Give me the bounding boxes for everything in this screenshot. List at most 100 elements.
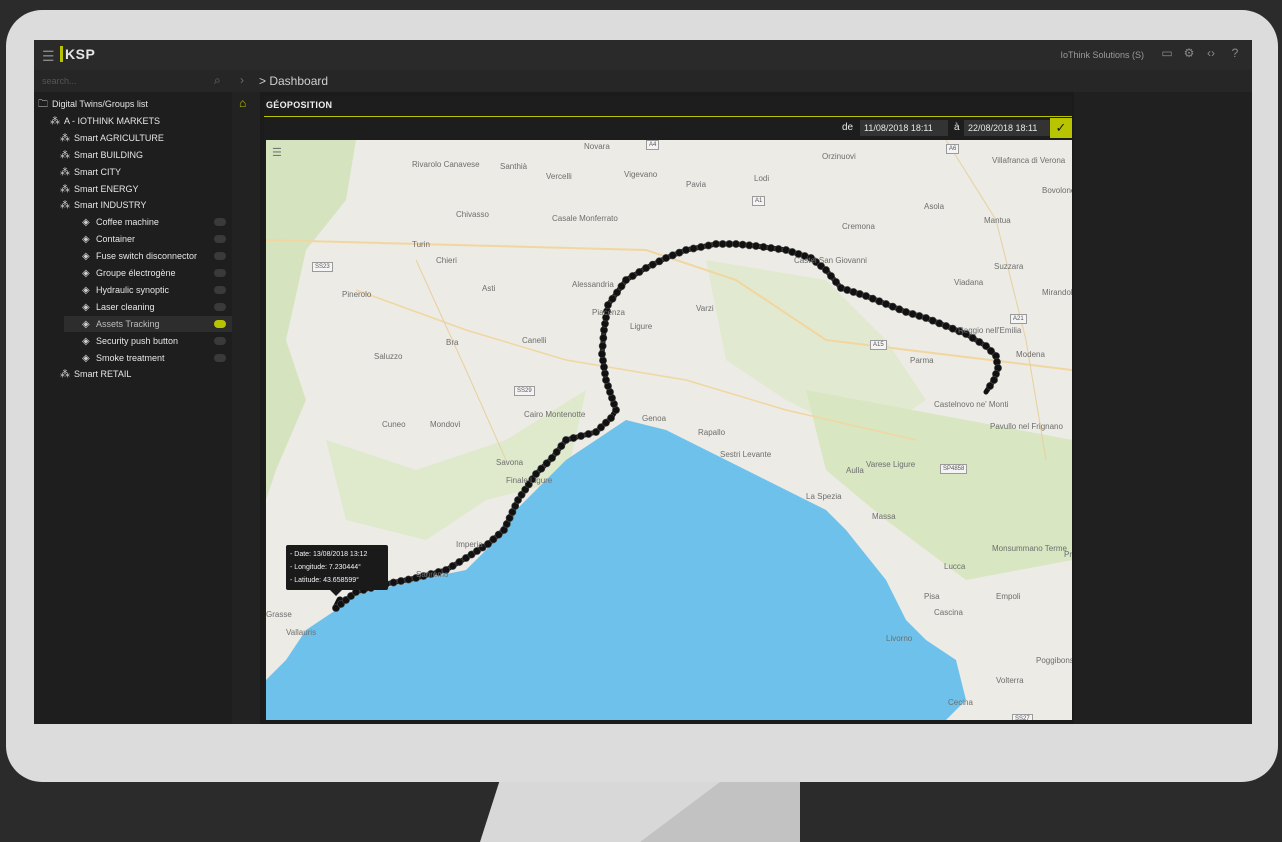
company-name[interactable]: IoThink Solutions (S) bbox=[1060, 50, 1144, 60]
visibility-eye-icon[interactable] bbox=[214, 235, 226, 244]
sidebar-item-a-iothink-markets[interactable]: ⁂ A - IOTHINK MARKETS bbox=[50, 113, 160, 129]
track-point[interactable] bbox=[862, 292, 870, 300]
track-point[interactable] bbox=[948, 324, 957, 333]
track-point[interactable] bbox=[655, 257, 664, 266]
track-point[interactable] bbox=[675, 248, 684, 257]
sidebar-item-coffee-machine[interactable]: ◈ Coffee machine bbox=[82, 214, 159, 230]
track-point[interactable] bbox=[732, 240, 740, 248]
track-point[interactable] bbox=[602, 376, 610, 384]
track-point[interactable] bbox=[888, 302, 897, 311]
track-point[interactable] bbox=[767, 244, 775, 252]
sidebar-item-container[interactable]: ◈ Container bbox=[82, 231, 135, 247]
sidebar-item-laser-cleaning[interactable]: ◈ Laser cleaning bbox=[82, 299, 155, 315]
search-input[interactable] bbox=[34, 70, 230, 92]
track-point[interactable] bbox=[397, 577, 405, 585]
track-point[interactable] bbox=[584, 430, 593, 438]
visibility-eye-icon[interactable] bbox=[214, 252, 226, 261]
track-point[interactable] bbox=[975, 338, 984, 346]
apply-button[interactable]: ✓ bbox=[1050, 118, 1072, 138]
date-from-field[interactable]: 11/08/2018 18:11 bbox=[860, 120, 948, 136]
sidebar-item-smart-agriculture[interactable]: ⁂ Smart AGRICULTURE bbox=[60, 130, 164, 146]
track-point[interactable] bbox=[389, 578, 398, 587]
code-icon[interactable]: ‹› bbox=[1204, 46, 1218, 60]
visibility-eye-icon[interactable] bbox=[214, 269, 226, 277]
help-icon[interactable]: ? bbox=[1228, 46, 1242, 60]
track-point[interactable] bbox=[622, 276, 630, 284]
track-point[interactable] bbox=[599, 334, 608, 342]
track-point[interactable] bbox=[601, 369, 609, 378]
track-point[interactable] bbox=[569, 434, 578, 442]
track-point[interactable] bbox=[827, 272, 835, 280]
track-point[interactable] bbox=[455, 558, 464, 566]
sidebar-item-smart-energy[interactable]: ⁂ Smart ENERGY bbox=[60, 181, 139, 197]
track-point[interactable] bbox=[712, 240, 720, 248]
track-point[interactable] bbox=[928, 316, 937, 325]
track-point[interactable] bbox=[895, 305, 904, 314]
visibility-eye-icon[interactable] bbox=[214, 336, 226, 345]
track-point[interactable] bbox=[648, 260, 657, 269]
chevron-right-icon[interactable]: › bbox=[240, 73, 244, 87]
track-point[interactable] bbox=[613, 288, 621, 297]
track-point[interactable] bbox=[557, 442, 566, 450]
track-point[interactable] bbox=[542, 459, 551, 468]
visibility-eye-icon[interactable] bbox=[214, 302, 226, 311]
track-point[interactable] bbox=[922, 314, 930, 322]
track-point[interactable] bbox=[822, 266, 830, 274]
track-point[interactable] bbox=[738, 240, 747, 249]
track-point[interactable] bbox=[600, 363, 608, 371]
track-point[interactable] bbox=[759, 243, 768, 251]
track-point[interactable] bbox=[598, 342, 607, 350]
track-point[interactable] bbox=[599, 356, 607, 365]
track-point[interactable] bbox=[718, 240, 727, 248]
monitor-icon[interactable]: ▭ bbox=[1160, 46, 1174, 60]
track-point[interactable] bbox=[942, 322, 950, 330]
map-layers-icon[interactable]: ☰ bbox=[272, 146, 282, 159]
track-point[interactable] bbox=[552, 448, 561, 456]
track-point[interactable] bbox=[598, 350, 606, 358]
track-point[interactable] bbox=[915, 312, 924, 320]
track-point[interactable] bbox=[448, 562, 457, 570]
visibility-eye-icon[interactable] bbox=[214, 285, 226, 294]
sidebar-item-digital-twins-groups-list[interactable]: 🗀 Digital Twins/Groups list bbox=[38, 96, 148, 112]
track-point[interactable] bbox=[902, 308, 910, 316]
track-point[interactable] bbox=[968, 334, 977, 342]
track-point[interactable] bbox=[832, 278, 840, 286]
track-point[interactable] bbox=[562, 436, 570, 444]
track-point[interactable] bbox=[697, 243, 705, 251]
track-point[interactable] bbox=[725, 240, 734, 248]
menu-icon[interactable]: ☰ bbox=[42, 48, 55, 65]
track-point[interactable] bbox=[752, 242, 760, 250]
track-point[interactable] bbox=[404, 575, 413, 584]
sidebar-item-smart-retail[interactable]: ⁂ Smart RETAIL bbox=[60, 366, 131, 382]
visibility-eye-icon[interactable] bbox=[214, 319, 226, 328]
track-point[interactable] bbox=[608, 294, 617, 303]
track-point[interactable] bbox=[704, 241, 713, 250]
track-point[interactable] bbox=[635, 268, 644, 276]
sidebar-item-hydraulic-synoptic[interactable]: ◈ Hydraulic synoptic bbox=[82, 282, 169, 298]
track-point[interactable] bbox=[908, 310, 917, 318]
visibility-eye-icon[interactable] bbox=[214, 218, 226, 227]
track-point[interactable] bbox=[689, 244, 698, 253]
sidebar-item-smart-city[interactable]: ⁂ Smart CITY bbox=[60, 164, 121, 180]
settings-icon[interactable]: ⚙ bbox=[1182, 46, 1196, 60]
sidebar-item-fuse-switch-disconnector[interactable]: ◈ Fuse switch disconnector bbox=[82, 248, 197, 264]
breadcrumb[interactable]: > Dashboard bbox=[259, 74, 328, 88]
visibility-eye-icon[interactable] bbox=[214, 353, 226, 362]
sidebar-item-smart-building[interactable]: ⁂ Smart BUILDING bbox=[60, 147, 143, 163]
track-point[interactable] bbox=[682, 246, 690, 254]
track-point[interactable] bbox=[774, 245, 783, 253]
track-point[interactable] bbox=[617, 282, 626, 291]
track-point[interactable] bbox=[986, 382, 994, 390]
track-point[interactable] bbox=[628, 272, 637, 280]
track-point[interactable] bbox=[577, 432, 585, 440]
track-point[interactable] bbox=[935, 319, 944, 328]
track-point[interactable] bbox=[548, 454, 556, 462]
track-point[interactable] bbox=[882, 300, 890, 308]
search-icon[interactable]: ⌕ bbox=[214, 73, 221, 88]
sidebar-item-groupe-lectrog-ne[interactable]: ◈ Groupe électrogène bbox=[82, 265, 176, 281]
home-icon[interactable]: ⌂ bbox=[239, 96, 246, 110]
map[interactable]: ☰ Novara Santhià Vercelli Vigevano Lodi Orzin… bbox=[266, 140, 1072, 720]
date-to-field[interactable]: 22/08/2018 18:11 bbox=[964, 120, 1050, 136]
track-point[interactable] bbox=[868, 294, 877, 303]
track-point[interactable] bbox=[607, 414, 615, 422]
